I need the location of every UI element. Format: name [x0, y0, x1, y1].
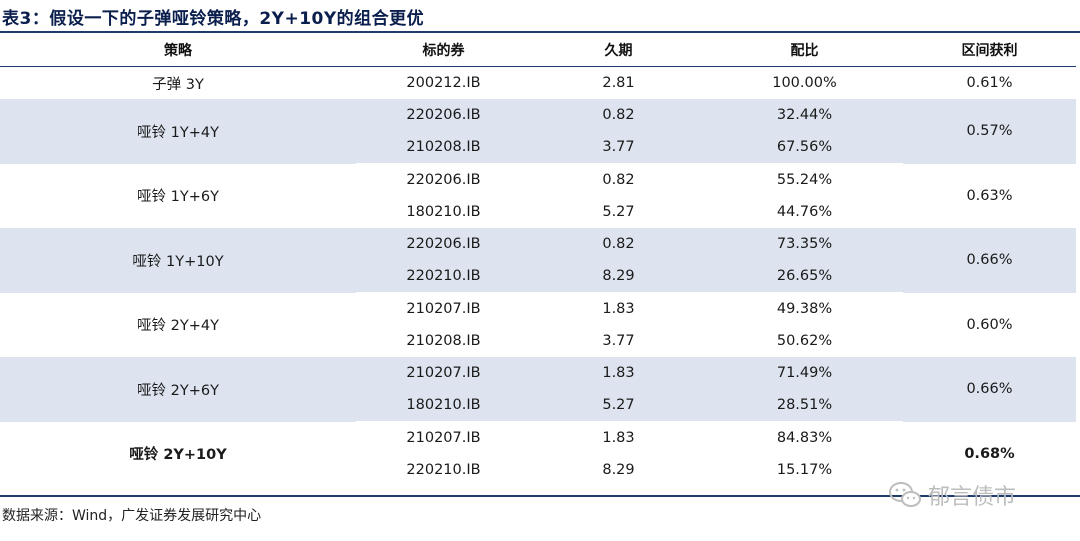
cell-duration: 8.29 [602, 462, 635, 478]
cell-ratio: 73.35% [706, 228, 903, 260]
cell-bond: 210207.IB [406, 301, 481, 317]
cell-duration: 8.29 [531, 260, 706, 293]
cell-bond: 220210.IB [356, 260, 531, 293]
table-header-row: 策略 标的券 久期 配比 区间获利 [0, 34, 1076, 67]
cell-bond: 200212.IB [406, 75, 481, 91]
cell-bond: 220210.IB [406, 462, 481, 478]
cell-bond: 180210.IB [406, 204, 481, 220]
table-row: 哑铃 2Y+4Y 210207.IB 1.83 49.38% 0.60% [0, 293, 1076, 334]
header-gain: 区间获利 [903, 34, 1076, 67]
cell-ratio: 44.76% [776, 204, 833, 220]
cell-duration: 0.82 [531, 99, 706, 131]
cell-strategy: 哑铃 2Y+4Y [137, 318, 219, 335]
cell-gain: 0.63% [966, 187, 1013, 204]
cell-duration: 3.77 [531, 131, 706, 164]
cell-bond: 220206.IB [356, 228, 531, 260]
cell-duration: 2.81 [602, 75, 635, 91]
cell-ratio: 84.83% [776, 430, 833, 446]
watermark: 郁言债市 [888, 479, 1016, 511]
cell-gain: 0.66% [903, 357, 1076, 422]
watermark-text: 郁言债市 [928, 485, 1017, 510]
top-rule [0, 31, 1080, 33]
cell-ratio: 28.51% [706, 389, 903, 422]
cell-bond: 220206.IB [356, 99, 531, 131]
cell-duration: 1.83 [531, 357, 706, 389]
cell-bond: 220206.IB [406, 172, 481, 188]
table-row: 子弹 3Y 200212.IB 2.81 100.00% 0.61% [0, 67, 1076, 100]
cell-strategy: 哑铃 1Y+4Y [0, 99, 356, 164]
cell-gain: 0.68% [964, 445, 1015, 462]
cell-gain: 0.66% [903, 228, 1076, 293]
table-title: 表3：假设一下的子弹哑铃策略，2Y+10Y的组合更优 [2, 9, 425, 29]
table-row: 哑铃 2Y+6Y 210207.IB 1.83 71.49% 0.66% [0, 357, 1076, 422]
cell-strategy: 哑铃 2Y+10Y [129, 447, 227, 464]
cell-duration: 0.82 [602, 172, 635, 188]
cell-strategy: 哑铃 1Y+10Y [0, 228, 356, 293]
header-bond: 标的券 [356, 34, 531, 67]
cell-bond: 210208.IB [356, 131, 531, 164]
cell-gain: 0.61% [966, 75, 1013, 91]
cell-ratio: 49.38% [776, 301, 833, 317]
cell-bond: 210207.IB [356, 357, 531, 389]
cell-ratio: 26.65% [706, 260, 903, 293]
cell-ratio: 71.49% [706, 357, 903, 389]
cell-duration: 5.27 [602, 204, 635, 220]
header-strategy: 策略 [0, 34, 356, 67]
table-row: 哑铃 1Y+6Y 220206.IB 0.82 55.24% 0.63% [0, 164, 1076, 205]
wechat-icon [888, 481, 922, 509]
table-row: 哑铃 2Y+10Y 210207.IB 1.83 84.83% 0.68% [0, 422, 1076, 463]
cell-duration: 1.83 [602, 430, 635, 446]
cell-ratio: 100.00% [772, 75, 837, 91]
cell-ratio: 15.17% [776, 462, 833, 478]
cell-gain: 0.60% [966, 316, 1013, 333]
cell-duration: 1.83 [602, 301, 635, 317]
cell-ratio: 55.24% [776, 172, 833, 188]
table-row: 哑铃 1Y+10Y 220206.IB 0.82 73.35% 0.66% [0, 228, 1076, 293]
cell-strategy: 子弹 3Y [152, 76, 204, 93]
cell-strategy: 哑铃 2Y+6Y [0, 357, 356, 422]
cell-duration: 3.77 [602, 333, 635, 349]
strategy-table: 策略 标的券 久期 配比 区间获利 子弹 3Y 200212.IB 2.81 1… [0, 34, 1076, 486]
cell-duration: 5.27 [531, 389, 706, 422]
cell-bond: 210208.IB [406, 333, 481, 349]
cell-bond: 180210.IB [356, 389, 531, 422]
cell-ratio: 67.56% [706, 131, 903, 164]
cell-ratio: 50.62% [776, 333, 833, 349]
source-note: 数据来源：Wind，广发证券发展研究中心 [2, 508, 262, 524]
table-row: 哑铃 1Y+4Y 220206.IB 0.82 32.44% 0.57% [0, 99, 1076, 164]
header-ratio: 配比 [706, 34, 903, 67]
cell-ratio: 32.44% [706, 99, 903, 131]
cell-gain: 0.57% [903, 99, 1076, 164]
header-duration: 久期 [531, 34, 706, 67]
cell-strategy: 哑铃 1Y+6Y [137, 189, 219, 206]
cell-duration: 0.82 [531, 228, 706, 260]
cell-bond: 210207.IB [406, 430, 481, 446]
